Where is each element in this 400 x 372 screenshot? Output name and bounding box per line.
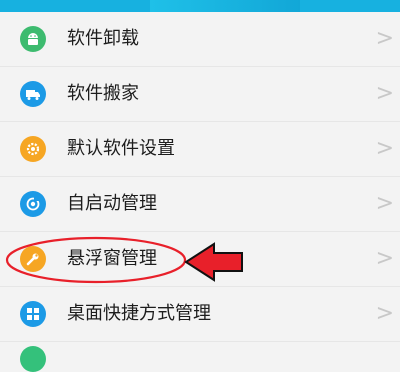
settings-menu: 软件卸载 > 软件搬家 > 默认软件设置 > 自启动管理 > 悬浮窗管理 > 桌… — [0, 12, 400, 342]
menu-item-floating-window[interactable]: 悬浮窗管理 > — [0, 232, 400, 287]
menu-item-label: 悬浮窗管理 — [67, 248, 157, 269]
menu-item-label: 软件搬家 — [67, 83, 139, 104]
menu-item-label: 桌面快捷方式管理 — [67, 303, 211, 324]
menu-item-move-apps[interactable]: 软件搬家 > — [0, 67, 400, 122]
header-decoration — [150, 0, 300, 12]
menu-item-partial — [0, 342, 400, 372]
chevron-right-icon: > — [375, 81, 394, 106]
menu-item-default-apps[interactable]: 默认软件设置 > — [0, 122, 400, 177]
wrench-icon — [20, 246, 46, 272]
truck-icon — [20, 81, 46, 107]
chevron-right-icon: > — [375, 301, 394, 326]
menu-item-label: 默认软件设置 — [67, 138, 175, 159]
grid-icon — [20, 301, 46, 327]
menu-item-autostart[interactable]: 自启动管理 > — [0, 177, 400, 232]
menu-item-uninstall[interactable]: 软件卸载 > — [0, 12, 400, 67]
menu-item-label: 软件卸载 — [67, 28, 139, 49]
chevron-right-icon: > — [375, 26, 394, 51]
chevron-right-icon: > — [375, 191, 394, 216]
menu-item-label: 自启动管理 — [67, 193, 157, 214]
header-banner — [0, 0, 400, 12]
app-icon — [20, 346, 46, 372]
chevron-right-icon: > — [375, 246, 394, 271]
android-icon — [20, 26, 46, 52]
gear-icon — [20, 136, 46, 162]
power-cycle-icon — [20, 191, 46, 217]
menu-item-shortcuts[interactable]: 桌面快捷方式管理 > — [0, 287, 400, 342]
chevron-right-icon: > — [375, 136, 394, 161]
